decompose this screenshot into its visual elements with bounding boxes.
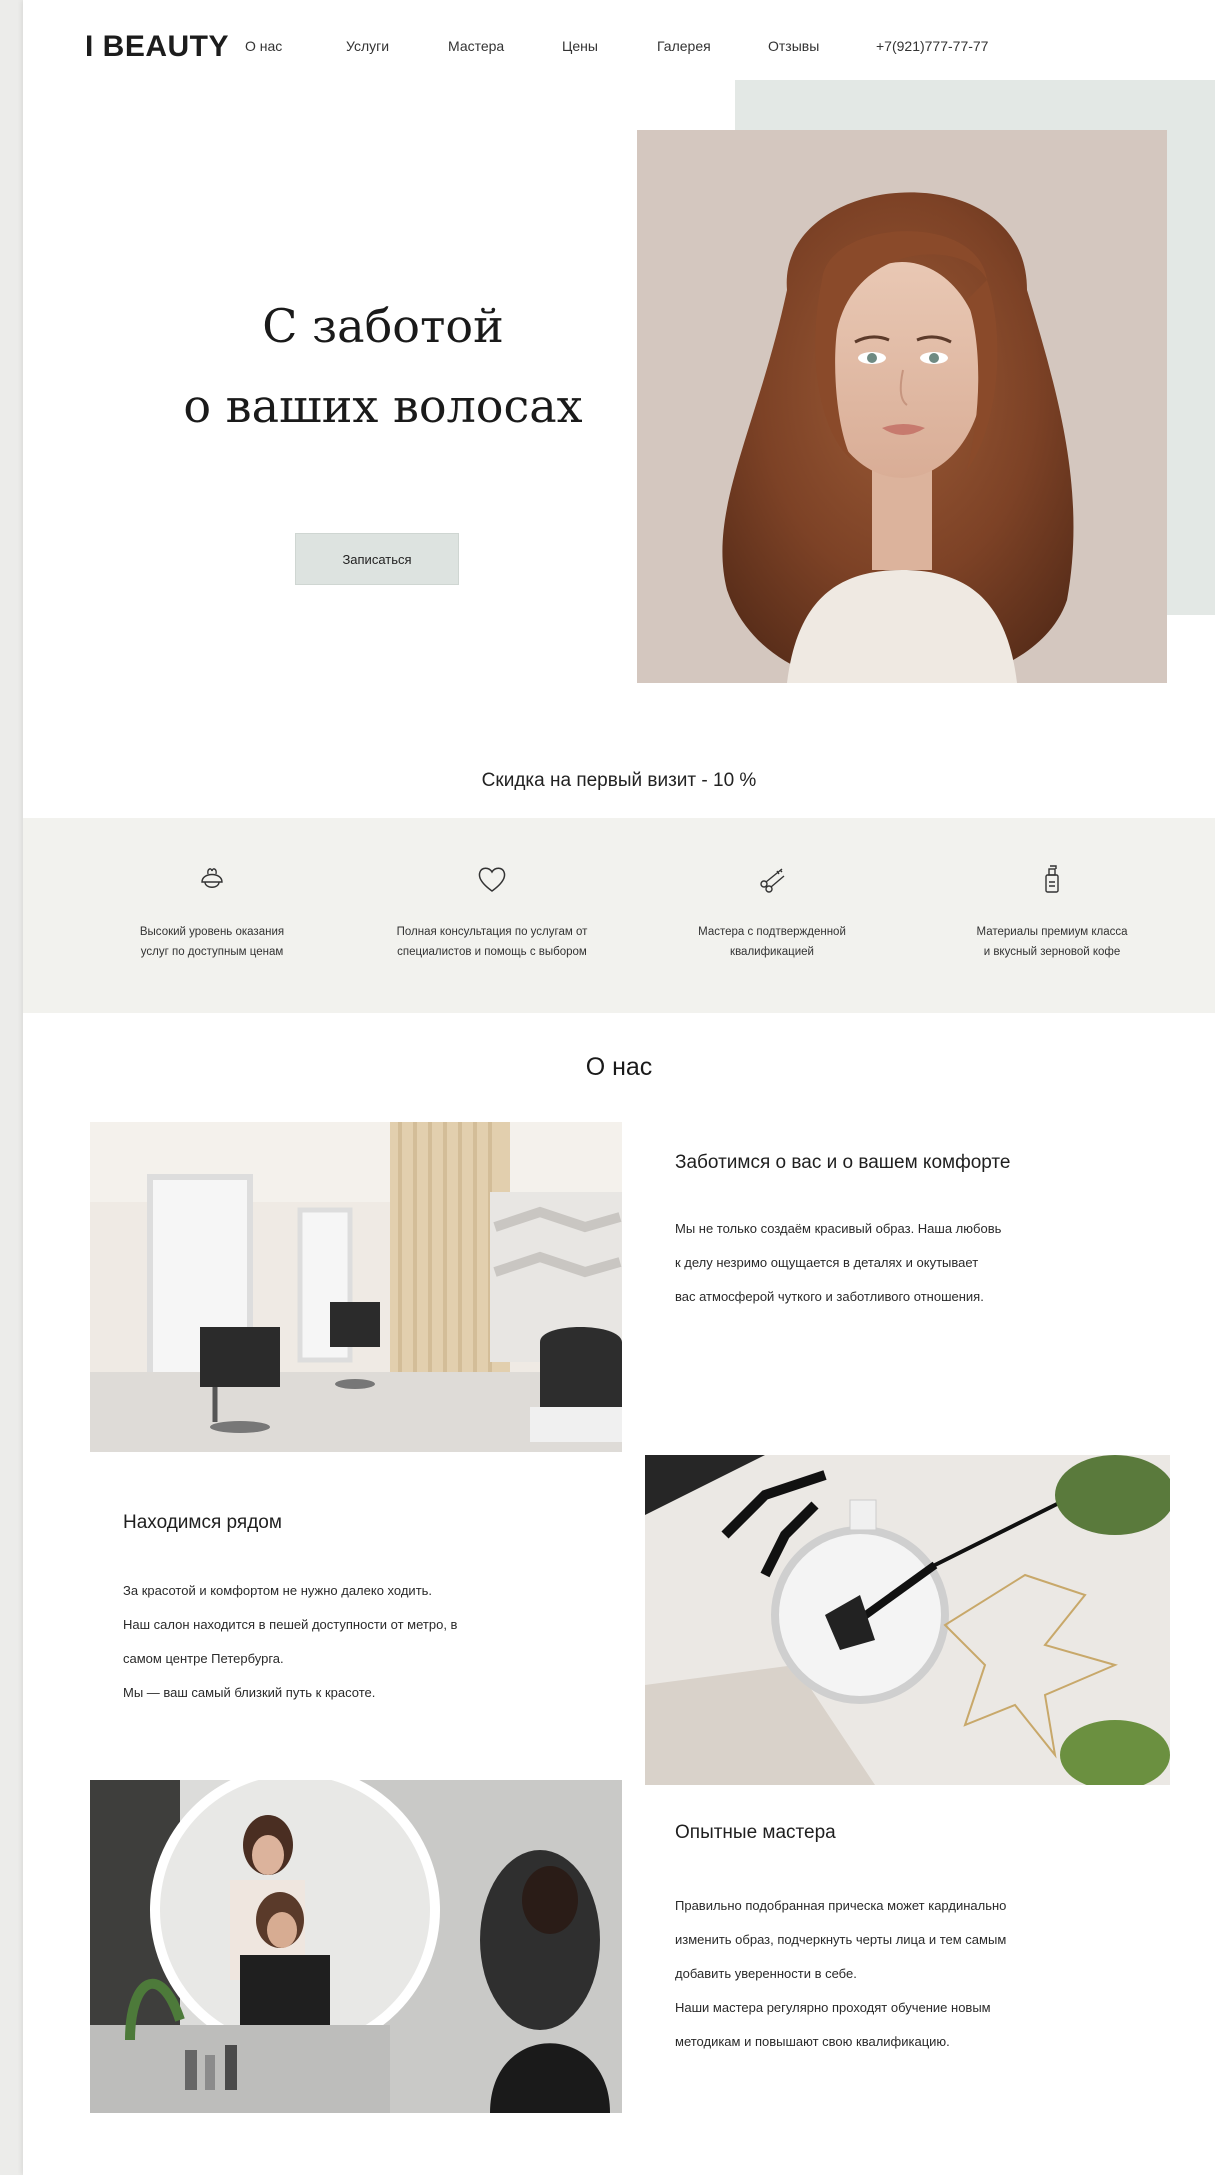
paragraph-line: вас атмосферой чуткого и заботливого отн…: [675, 1289, 984, 1304]
about-block2-text: За красотой и комфортом не нужно далеко …: [123, 1574, 457, 1710]
salon-interior-photo: [90, 1122, 622, 1452]
feature-text: услуг по доступным ценам: [140, 946, 284, 958]
heart-icon: [372, 862, 612, 896]
paragraph-line: Правильно подобранная прическа может кар…: [675, 1898, 1007, 1913]
stylist-at-work-photo: [90, 1780, 622, 2113]
nav-prices[interactable]: Цены: [562, 38, 598, 54]
feature-text: специалистов и помощь с выбором: [397, 946, 587, 958]
paragraph-line: Мы — ваш самый близкий путь к красоте.: [123, 1685, 376, 1700]
scissors-comb-icon: [652, 862, 892, 896]
hero-title-line2: о ваших волосах: [183, 379, 583, 433]
about-block2-heading: Находимся рядом: [123, 1512, 282, 1533]
hair-coloring-tools-photo: [645, 1455, 1170, 1785]
feature-text: Высокий уровень оказания: [139, 926, 285, 938]
hero-title-line1: С заботой: [262, 299, 504, 353]
about-block1-heading: Заботимся о вас и о вашем комфорте: [675, 1152, 1011, 1173]
feature-text: Мастера с подтвержденной: [698, 926, 846, 938]
hero-portrait-photo: [637, 130, 1167, 683]
nav-services[interactable]: Услуги: [346, 38, 389, 54]
paragraph-line: изменить образ, подчеркнуть черты лица и…: [675, 1932, 1007, 1947]
paragraph-line: За красотой и комфортом не нужно далеко …: [123, 1583, 433, 1598]
paragraph-line: самом центре Петербурга.: [123, 1651, 284, 1666]
feature-item: Полная консультация по услугам от специал…: [372, 862, 612, 962]
discount-text: Скидка на первый визит - 10 %: [481, 770, 757, 791]
about-block3-text: Правильно подобранная прическа может кар…: [675, 1889, 1006, 2059]
logo[interactable]: I BEAUTY: [85, 30, 229, 64]
paragraph-line: Наш салон находится в пешей доступности …: [123, 1617, 458, 1632]
nav-about[interactable]: О нас: [245, 38, 282, 54]
feature-text: Полная консультация по услугам от: [396, 926, 588, 938]
hair-care-icon: [92, 862, 332, 896]
paragraph-line: к делу незримо ощущается в деталях и оку…: [675, 1255, 979, 1270]
feature-text: и вкусный зерновой кофе: [983, 946, 1121, 958]
nav-gallery[interactable]: Галерея: [657, 38, 711, 54]
about-section-title: О нас: [585, 1053, 653, 1081]
paragraph-line: добавить уверенности в себе.: [675, 1966, 857, 1981]
feature-item: Материалы премиум класса и вкусный зернов…: [932, 862, 1172, 962]
feature-item: Мастера с подтвержденной квалификацией: [652, 862, 892, 962]
about-block1-text: Мы не только создаём красивый образ. Наш…: [675, 1212, 1001, 1314]
bottle-icon: [932, 862, 1172, 896]
paragraph-line: Мы не только создаём красивый образ. Наш…: [675, 1221, 1002, 1236]
feature-item: Высокий уровень оказания услуг по доступн…: [92, 862, 332, 962]
nav-reviews[interactable]: Отзывы: [768, 38, 819, 54]
page-background: I BEAUTY О нас Услуги Мастера Цены Галер…: [0, 0, 1215, 2175]
about-block3-heading: Опытные мастера: [675, 1822, 836, 1843]
paragraph-line: методикам и повышают свою квалификацию.: [675, 2034, 950, 2049]
phone-link[interactable]: +7(921)777-77-77: [876, 38, 988, 54]
feature-text: Материалы премиум класса: [976, 926, 1128, 938]
nav-masters[interactable]: Мастера: [448, 38, 504, 54]
signup-button[interactable]: Записаться: [295, 533, 459, 585]
feature-text: квалификацией: [730, 946, 814, 958]
paragraph-line: Наши мастера регулярно проходят обучение…: [675, 2000, 991, 2015]
